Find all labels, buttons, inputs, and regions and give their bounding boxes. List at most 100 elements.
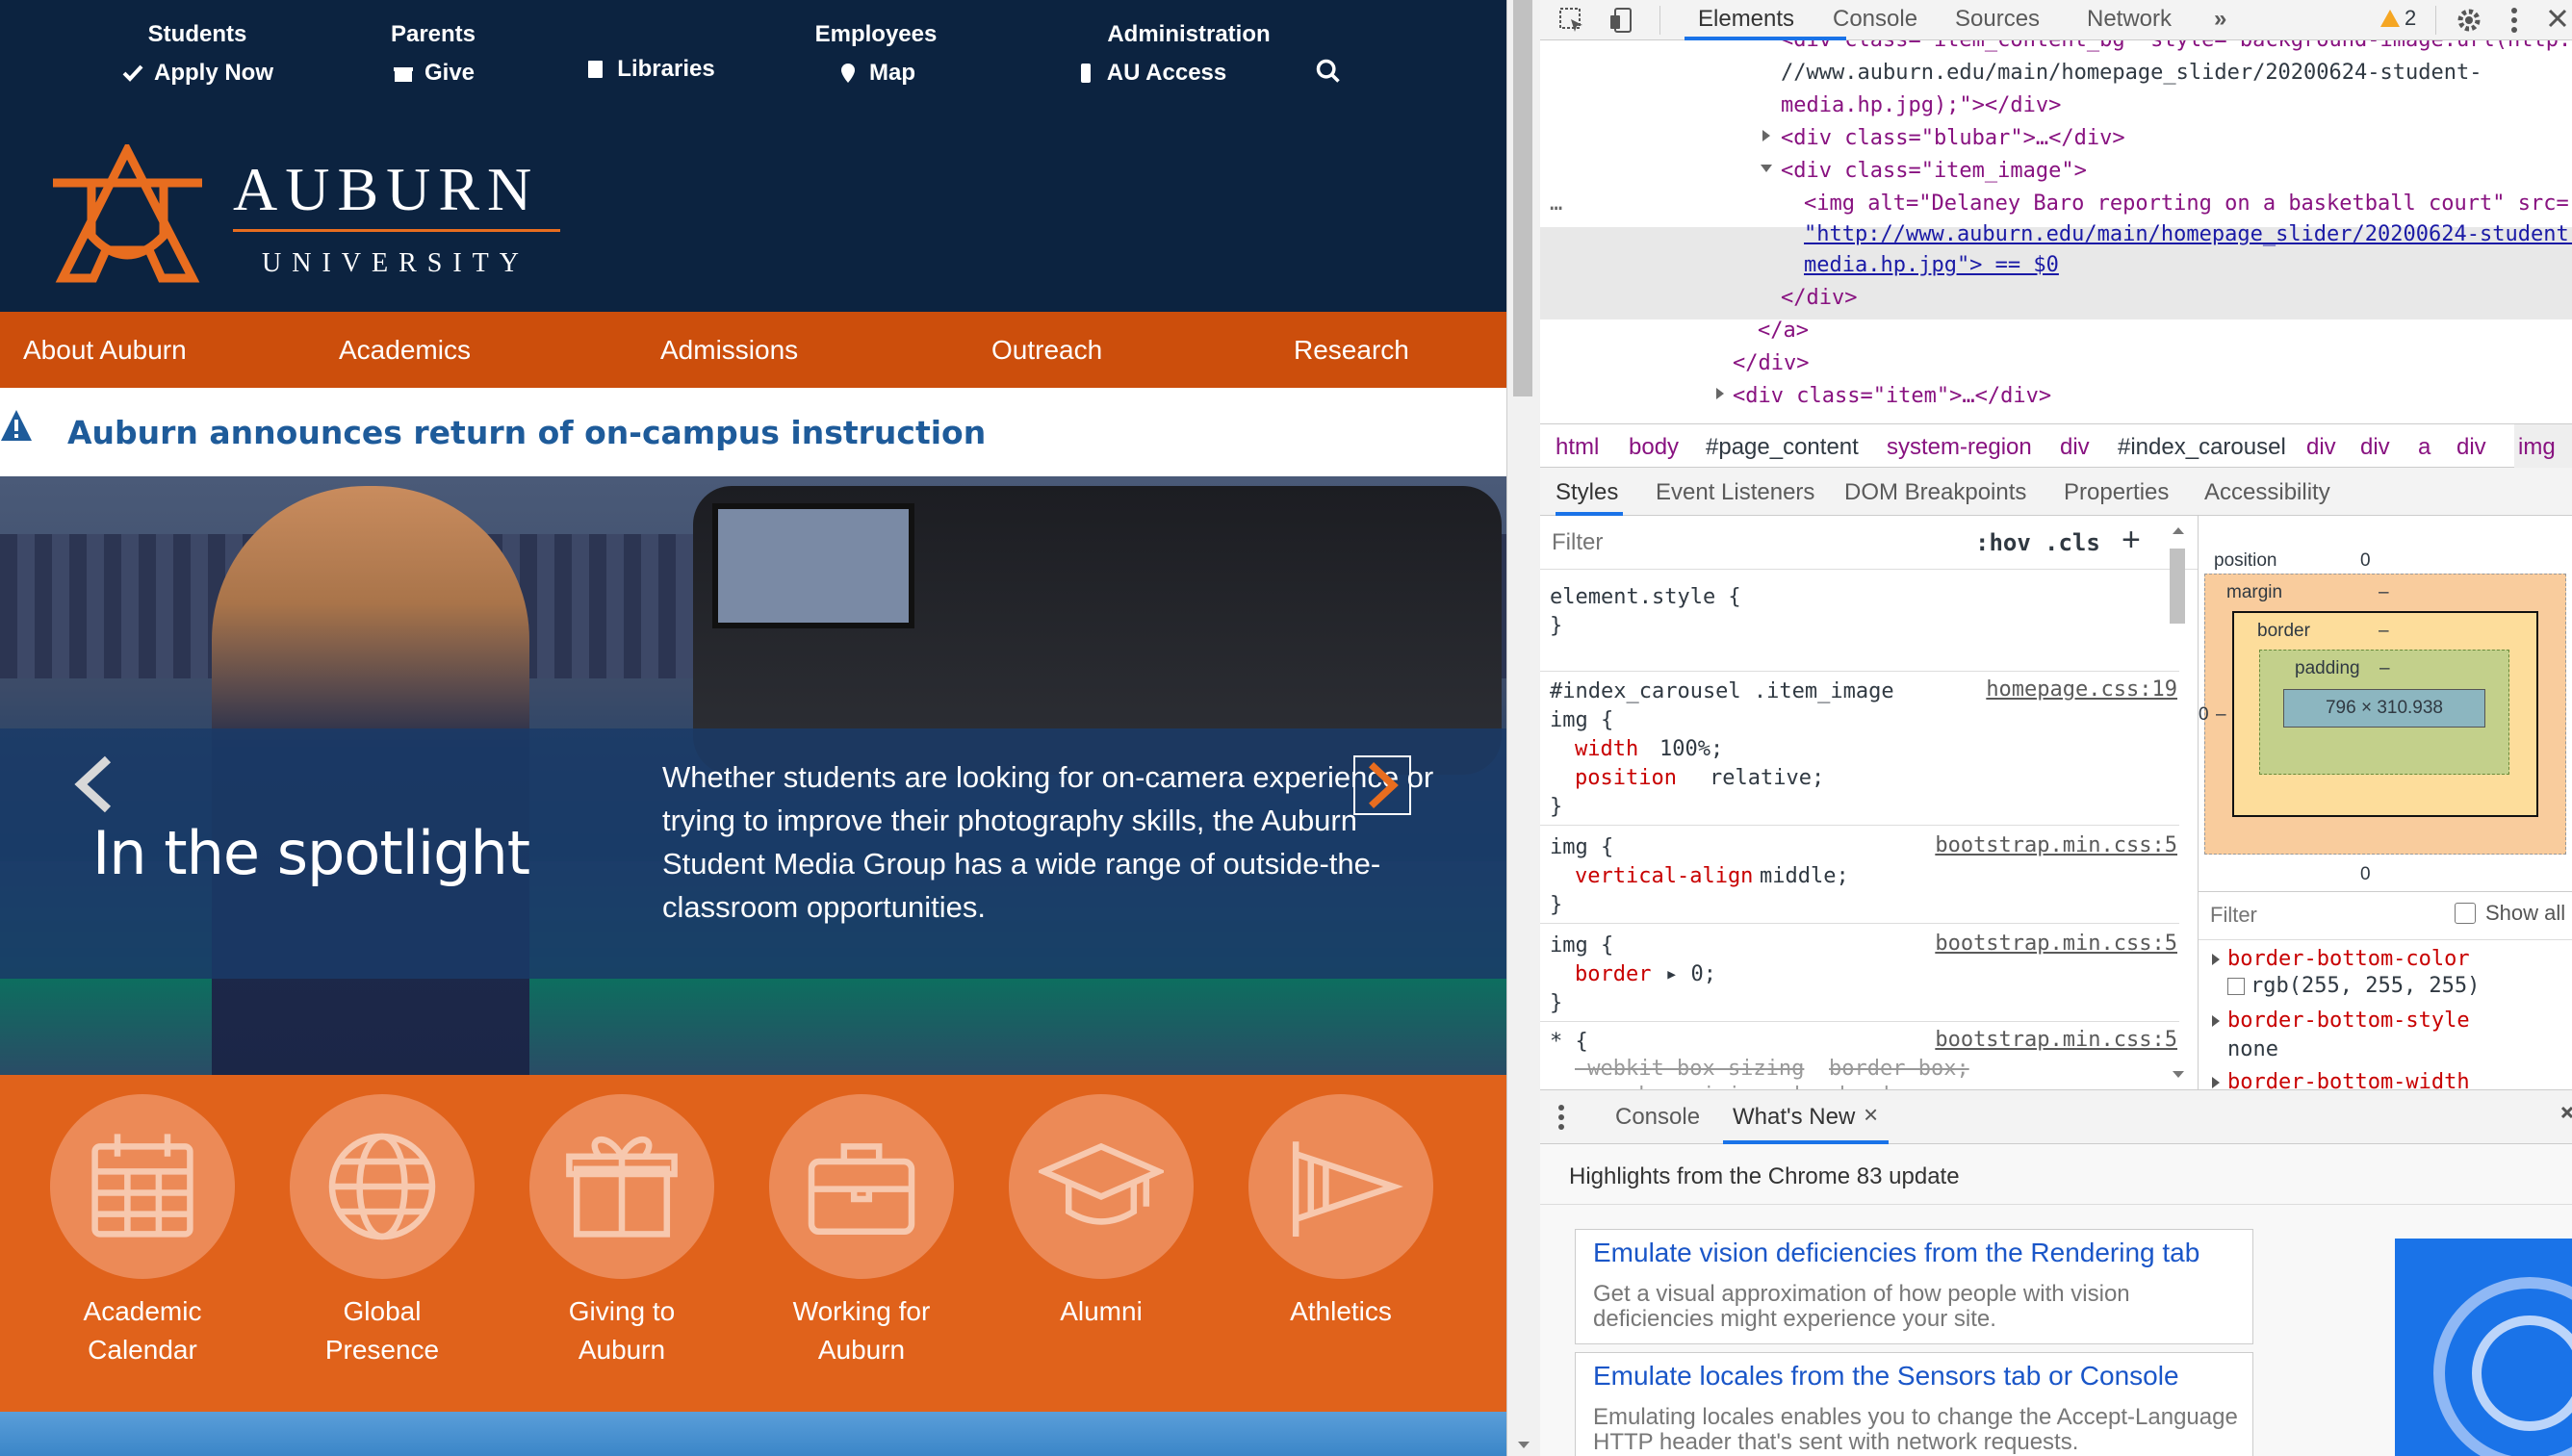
subtab-dom-breakpoints[interactable]: DOM Breakpoints [1844,479,2026,506]
scroll-up-icon[interactable] [2172,525,2185,535]
prop-value[interactable]: 100%; [1659,735,1723,764]
subtab-properties[interactable]: Properties [2064,479,2169,506]
libraries-link[interactable]: Libraries [584,56,715,83]
nav-research[interactable]: Research [1294,335,1409,366]
crumb-body[interactable]: body [1629,434,1679,461]
subtab-accessibility[interactable]: Accessibility [2204,479,2330,506]
tab-elements[interactable]: Elements [1698,6,1794,33]
dom-node[interactable]: <div class="blubar">…</div> [1781,123,2125,154]
crumb-page-content[interactable]: #page_content [1706,434,1859,461]
hover-state-toggle[interactable]: :hov [1975,529,2031,556]
nav-about-auburn[interactable]: About Auburn [23,335,187,366]
collapse-triangle-icon[interactable] [1760,162,1773,175]
dom-node[interactable]: <div class="item">…</div> [1733,381,2051,412]
dom-node-selected[interactable]: <img alt="Delaney Baro reporting on a ba… [1804,189,2569,219]
expand-triangle-icon[interactable] [2210,953,2222,966]
card-title-link[interactable]: Emulate locales from the Sensors tab or … [1593,1361,2179,1392]
rule-selector[interactable]: img { [1550,932,1613,960]
crumb-div[interactable]: div [2306,434,2336,461]
tab-console[interactable]: Console [1833,6,1917,33]
class-toggle[interactable]: .cls [2045,529,2100,556]
whats-new-card[interactable]: Emulate vision deficiencies from the Ren… [1575,1229,2253,1344]
prop-value-overridden[interactable]: border-box; [1794,1082,1935,1089]
logo-wordmark[interactable]: AUBURN [233,154,539,225]
margin-left-value[interactable]: – [2216,704,2226,726]
alert-link[interactable]: Auburn announces return of on-campus ins… [67,414,986,451]
rule-selector-cont[interactable]: img { [1550,706,1613,735]
tab-sources[interactable]: Sources [1955,6,2040,33]
rule-selector[interactable]: #index_carousel .item_image [1550,677,1894,706]
rule-selector[interactable]: * { [1550,1028,1588,1057]
crumb-html[interactable]: html [1556,434,1599,461]
au-logo-icon[interactable] [48,144,207,284]
card-title-link[interactable]: Emulate vision deficiencies from the Ren… [1593,1238,2199,1268]
quicklink-alumni[interactable]: Alumni [981,1094,1222,1331]
nav-outreach[interactable]: Outreach [991,335,1102,366]
give-link[interactable]: Give [392,60,475,87]
prop-name-overridden[interactable]: -moz-box-sizing [1575,1082,1766,1089]
page-scrollbar-thumb[interactable] [1513,0,1532,396]
crumb-div[interactable]: div [2360,434,2390,461]
rule-source-link[interactable]: homepage.css:19 [1986,677,2177,702]
scroll-down-icon[interactable] [2172,1070,2185,1080]
computed-prop-name[interactable]: border-bottom-color [2227,947,2470,971]
whats-new-card[interactable]: Emulate locales from the Sensors tab or … [1575,1352,2253,1456]
dom-node-src-link[interactable]: media.hp.jpg"> == $0 [1804,250,2059,281]
position-bottom-value[interactable]: 0 [2360,864,2371,885]
quicklink-global-presence[interactable]: Global Presence [262,1094,502,1369]
color-swatch[interactable] [2227,978,2245,995]
node-actions-ellipsis[interactable]: … [1550,189,1562,219]
expand-triangle-icon[interactable] [1713,387,1727,400]
prop-value[interactable]: relative; [1710,764,1824,793]
computed-prop-value[interactable]: none [2227,1037,2278,1061]
prop-value-overridden[interactable]: border-box; [1829,1055,1969,1084]
prop-value[interactable]: middle; [1760,862,1849,891]
new-style-rule-button[interactable]: + [2122,522,2141,559]
inspect-element-icon[interactable] [1557,6,1586,35]
drawer-menu-icon[interactable] [1557,1104,1565,1131]
dom-node[interactable]: //www.auburn.edu/main/homepage_slider/20… [1781,58,2482,89]
computed-prop-name[interactable]: border-bottom-style [2227,1009,2470,1033]
prop-name[interactable]: vertical-align [1575,862,1753,891]
close-tab-icon[interactable]: × [1864,1100,1878,1130]
crumb-index-carousel[interactable]: #index_carousel [2118,434,2286,461]
more-tabs-button[interactable]: » [2214,6,2226,33]
quicklink-giving[interactable]: Giving to Auburn [502,1094,742,1369]
computed-prop-value[interactable]: rgb(255, 255, 255) [2250,974,2480,998]
close-devtools-icon[interactable] [2547,8,2568,29]
rule-selector[interactable]: element.style { [1550,583,1741,612]
rule-source-link[interactable]: bootstrap.min.css:5 [1935,1028,2177,1052]
rule-selector[interactable]: img { [1550,833,1613,862]
tab-network[interactable]: Network [2087,6,2172,33]
rule-source-link[interactable]: bootstrap.min.css:5 [1935,932,2177,956]
quicklink-academic-calendar[interactable]: Academic Calendar [22,1094,263,1369]
close-drawer-icon[interactable] [2560,1106,2572,1127]
quicklink-athletics[interactable]: Athletics [1221,1094,1461,1331]
scroll-down-icon[interactable] [1516,1440,1531,1451]
crumb-div[interactable]: div [2060,434,2090,461]
au-access-link[interactable]: AU Access [1074,60,1226,87]
computed-prop-name[interactable]: border-bottom-width [2227,1070,2470,1089]
box-border[interactable]: border – padding – 796 × 310.938 [2232,611,2538,817]
styles-scrollbar-thumb[interactable] [2170,549,2185,624]
nav-admissions[interactable]: Admissions [660,335,798,366]
prop-name[interactable]: width [1575,735,1638,764]
position-left-value[interactable]: 0 [2199,704,2209,726]
device-toolbar-icon[interactable] [1608,6,1636,35]
subtab-styles[interactable]: Styles [1556,479,1618,506]
box-margin[interactable]: margin – border – padding – 796 × 310.93… [2204,574,2566,855]
kebab-menu-icon[interactable] [2508,6,2520,35]
carousel-prev-button[interactable] [73,755,116,813]
subtab-event-listeners[interactable]: Event Listeners [1656,479,1814,506]
box-padding[interactable]: padding – 796 × 310.938 [2259,650,2509,775]
quicklink-working[interactable]: Working for Auburn [741,1094,982,1369]
apply-now-link[interactable]: Apply Now [121,60,273,87]
crumb-a[interactable]: a [2418,434,2431,461]
crumb-img[interactable]: img [2514,424,2572,469]
warnings-badge[interactable]: 2 [2379,6,2416,31]
prop-name-overridden[interactable]: -webkit-box-sizing [1575,1055,1804,1084]
crumb-system-region[interactable]: system-region [1887,434,2032,461]
crumb-div[interactable]: div [2456,434,2486,461]
expand-triangle-icon[interactable] [2210,1014,2222,1028]
dom-node[interactable]: <div class="item_content_bg" style="back… [1781,40,2571,56]
